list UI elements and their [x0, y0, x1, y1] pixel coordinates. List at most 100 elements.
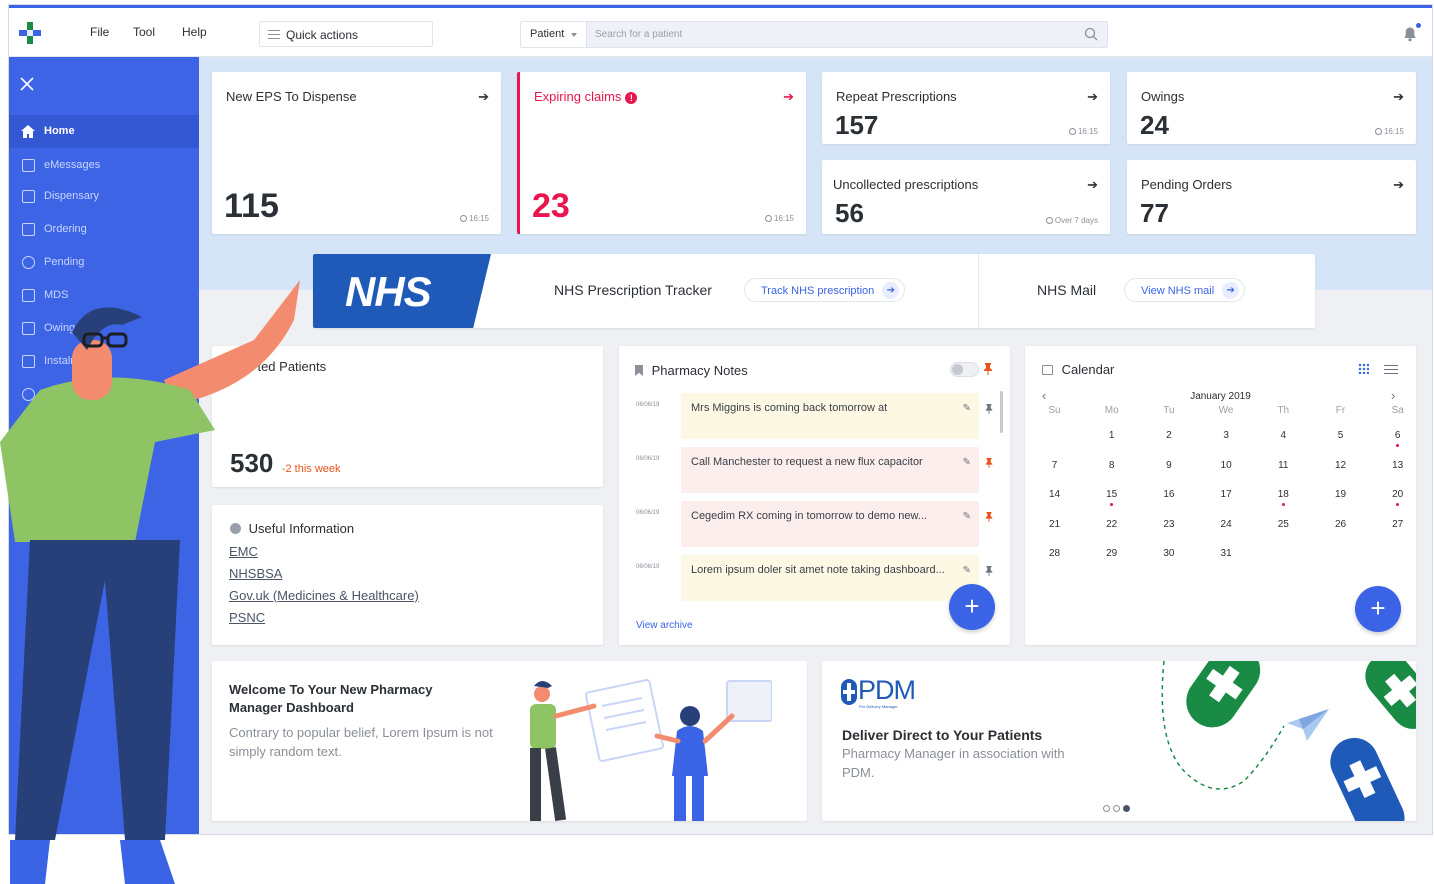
search-icon[interactable]: [1084, 27, 1098, 41]
pin-icon[interactable]: [985, 512, 993, 522]
calendar-day[interactable]: 23: [1142, 515, 1195, 535]
card-uncollected-prescriptions[interactable]: Uncollected prescriptions ➔ 56 Over 7 da…: [822, 160, 1110, 234]
calendar-day[interactable]: 27: [1371, 515, 1424, 535]
calendar-day[interactable]: 12: [1314, 456, 1367, 476]
calendar-day[interactable]: 29: [1085, 544, 1138, 564]
pdm-logo-text: PDM: [858, 675, 916, 705]
arrow-right-icon[interactable]: ➔: [1087, 177, 1098, 193]
carousel-dot[interactable]: [1103, 805, 1110, 812]
calendar-weekday: Tu: [1163, 405, 1175, 416]
calendar-day[interactable]: 18: [1257, 485, 1310, 506]
arrow-right-icon[interactable]: ➔: [1393, 89, 1404, 105]
carousel-dot-active[interactable]: [1123, 805, 1130, 812]
card-new-eps[interactable]: New EPS To Dispense ➔ 115 16:15: [212, 72, 501, 234]
carousel-dots[interactable]: [1103, 799, 1133, 817]
note-text: Cegedim RX coming in tomorrow to demo ne…: [691, 510, 927, 522]
calendar-day[interactable]: 10: [1200, 456, 1253, 476]
sidebar-item-home[interactable]: Home: [9, 115, 199, 148]
carousel-dot[interactable]: [1113, 805, 1120, 812]
list-view-icon[interactable]: [1384, 365, 1398, 374]
calendar-day[interactable]: 5: [1314, 426, 1367, 446]
pencil-icon[interactable]: ✎: [963, 563, 971, 579]
calendar-day[interactable]: 7: [1028, 456, 1081, 476]
view-nhs-mail-button[interactable]: View NHS mail ➔: [1124, 278, 1246, 302]
calendar-day[interactable]: 31: [1200, 544, 1253, 564]
scrollbar[interactable]: [1000, 391, 1003, 433]
quick-actions-button[interactable]: Quick actions: [259, 21, 433, 47]
calendar-day[interactable]: 21: [1028, 515, 1081, 535]
card-pending-orders[interactable]: Pending Orders ➔ 77: [1127, 160, 1416, 234]
search-type-select[interactable]: Patient: [521, 22, 587, 47]
sidebar-item-ordering[interactable]: Ordering: [9, 213, 199, 246]
calendar-day[interactable]: 28: [1028, 544, 1081, 564]
calendar-day[interactable]: 6: [1371, 423, 1424, 449]
person-illustration: [0, 280, 300, 884]
calendar-day[interactable]: 3: [1200, 423, 1253, 449]
arrow-right-icon[interactable]: ➔: [783, 89, 794, 105]
nhs-logo: NHS: [313, 254, 491, 328]
track-nhs-prescription-button[interactable]: Track NHS prescription ➔: [744, 278, 906, 302]
pin-icon[interactable]: [985, 458, 993, 468]
calendar-day[interactable]: 25: [1257, 515, 1310, 535]
calendar-day[interactable]: 19: [1314, 485, 1367, 505]
pencil-icon[interactable]: ✎: [963, 455, 971, 471]
pin-icon[interactable]: [985, 566, 993, 576]
note-item[interactable]: Mrs Miggins is coming back tomorrow at ✎: [681, 393, 979, 439]
pencil-icon[interactable]: ✎: [963, 509, 971, 525]
sidebar-item-emessages[interactable]: eMessages: [9, 149, 199, 182]
timestamp-text: 16:15: [1077, 127, 1098, 136]
menu-help[interactable]: Help: [182, 8, 207, 57]
pencil-icon[interactable]: ✎: [963, 401, 971, 417]
close-icon[interactable]: [19, 76, 35, 92]
timestamp: 16:15: [459, 214, 489, 223]
button-label: Track NHS prescription: [761, 285, 875, 297]
note-item[interactable]: Lorem ipsum doler sit amet note taking d…: [681, 555, 979, 601]
menu-file[interactable]: File: [90, 8, 109, 57]
search-input[interactable]: [595, 22, 1075, 47]
nhs-logo-text: NHS: [345, 268, 432, 315]
calendar-day[interactable]: 16: [1142, 485, 1195, 505]
pin-icon[interactable]: [984, 363, 992, 375]
arrow-right-icon[interactable]: ➔: [1087, 89, 1098, 105]
card-title-wrap: Pharmacy Notes: [635, 363, 748, 378]
grid-view-icon[interactable]: [1358, 363, 1369, 374]
notifications-bell-icon[interactable]: [1402, 23, 1421, 42]
calendar-day[interactable]: 14: [1028, 485, 1081, 505]
calendar-day[interactable]: 9: [1142, 456, 1195, 476]
arrow-right-icon[interactable]: ➔: [1393, 177, 1404, 193]
calendar-day[interactable]: 4: [1257, 426, 1310, 446]
notes-toggle[interactable]: [950, 362, 979, 377]
add-note-button[interactable]: +: [949, 584, 995, 630]
card-owings[interactable]: Owings ➔ 24 16:15: [1127, 72, 1416, 144]
sidebar-item-pending[interactable]: Pending: [9, 246, 199, 279]
pin-icon[interactable]: [985, 404, 993, 414]
eps-count: 115: [224, 187, 279, 225]
calendar-day[interactable]: 26: [1314, 515, 1367, 535]
calendar-day[interactable]: 8: [1085, 456, 1138, 476]
card-repeat-prescriptions[interactable]: Repeat Prescriptions ➔ 157 16:15: [822, 72, 1110, 144]
card-title: Repeat Prescriptions: [836, 89, 957, 104]
calendar-day[interactable]: 15: [1085, 485, 1138, 506]
calendar-day[interactable]: 24: [1200, 515, 1253, 535]
calendar-weekday: We: [1218, 405, 1234, 416]
card-expiring-claims[interactable]: Expiring claims! ➔ 23 16:15: [517, 72, 806, 234]
calendar-day[interactable]: 20: [1371, 485, 1424, 506]
calendar-day[interactable]: 2: [1142, 426, 1195, 446]
pdm-logo-sub: Pro Delivery Manager: [859, 704, 898, 709]
arrow-right-icon[interactable]: ➔: [478, 89, 489, 105]
toggle-knob: [952, 364, 963, 375]
calendar-day[interactable]: 22: [1085, 515, 1138, 535]
nhs-banner: NHS NHS Prescription Tracker Track NHS p…: [313, 254, 1315, 328]
sidebar-item-dispensary[interactable]: Dispensary: [9, 180, 199, 213]
view-archive-link[interactable]: View archive: [636, 620, 693, 631]
menu-tool[interactable]: Tool: [133, 8, 155, 57]
note-item[interactable]: Cegedim RX coming in tomorrow to demo ne…: [681, 501, 979, 547]
calendar-day[interactable]: 17: [1200, 485, 1253, 505]
add-event-button[interactable]: +: [1355, 586, 1401, 632]
calendar-day[interactable]: 11: [1257, 456, 1310, 476]
calendar-day[interactable]: 1: [1085, 426, 1138, 446]
clock-icon: [1068, 128, 1076, 135]
calendar-day[interactable]: 13: [1371, 456, 1424, 476]
note-item[interactable]: Call Manchester to request a new flux ca…: [681, 447, 979, 493]
calendar-day[interactable]: 30: [1142, 544, 1195, 564]
